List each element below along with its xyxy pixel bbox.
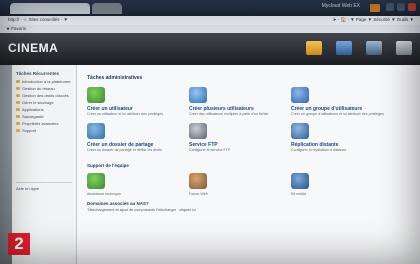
new-tab-button[interactable] (92, 3, 122, 14)
task-ftp[interactable]: Service FTP Configurer le serveur FTP (189, 123, 285, 152)
support-icon (87, 173, 105, 189)
app-header: CINEMA (0, 33, 420, 65)
task-create-group[interactable]: Créer un groupe d'utilisateurs Créer un … (291, 87, 387, 116)
sidebar-item-intro[interactable]: Introduction à la plateforme (12, 78, 76, 85)
sidebar-help-link[interactable]: Aide en ligne (12, 186, 76, 191)
rss-icon[interactable] (370, 4, 380, 12)
task-description: Créer un utilisateur et lui attribuer de… (87, 112, 164, 116)
network-icon[interactable] (396, 41, 412, 55)
settings-icon[interactable] (366, 41, 382, 55)
task-label: Kit média (291, 192, 306, 196)
replication-icon (291, 123, 309, 139)
command-bar[interactable]: ➤ · 🏠 · ▼ Page ▼ Sécurité ▼ Outils ▼ (333, 17, 414, 23)
minimize-button[interactable] (386, 3, 394, 11)
favorites-link[interactable]: ★ Favoris (6, 26, 26, 32)
app-logo: CINEMA (8, 41, 59, 55)
task-replication[interactable]: Réplication distante Configurer la répli… (291, 123, 387, 152)
screen-photo: Mycloud Web EX http:// · ☆ Sites conseil… (0, 0, 420, 264)
share-folder-icon (87, 123, 105, 139)
task-description: Configurer le serveur FTP (189, 148, 231, 152)
task-description: Créer des utilisateurs multiples à parti… (189, 112, 269, 116)
media-icon (291, 173, 309, 189)
folder-icon[interactable] (306, 41, 322, 55)
forum-icon (189, 173, 207, 189)
sidebar-item-backup[interactable]: Sauvegarde (12, 113, 76, 120)
task-create-users[interactable]: Créer plusieurs utilisateurs Créer des u… (189, 87, 285, 116)
sidebar-item-network[interactable]: Gestion du réseau (12, 85, 76, 92)
domains-banner-links[interactable]: Téléchargement et ajout de composants Té… (87, 208, 196, 212)
window-title: Mycloud Web EX (321, 3, 360, 9)
sidebar-item-support[interactable]: Support (12, 127, 76, 134)
sidebar-item-apps[interactable]: Applications (12, 106, 76, 113)
sidebar-divider (16, 182, 72, 183)
task-forum[interactable]: Forum Web (189, 173, 285, 196)
address-text[interactable]: http:// · ☆ Sites conseillés · ▼ (8, 17, 68, 23)
users-add-icon (189, 87, 207, 103)
task-description: Configurer la réplication à distance (291, 148, 347, 152)
browser-tab-strip: Mycloud Web EX (0, 0, 420, 16)
section-title-support: Support de l'équipe (87, 163, 129, 168)
task-create-user[interactable]: Créer un utilisateur Créer un utilisateu… (87, 87, 183, 116)
task-tech-support[interactable]: Assistance technique (87, 173, 183, 196)
task-label: Assistance technique (87, 192, 121, 196)
task-share-folder[interactable]: Créer un dossier de partage Créer un dos… (87, 123, 183, 152)
domains-banner-title: Domaines associés au NAS? (87, 201, 149, 206)
header-toolbar (306, 41, 412, 55)
close-button[interactable] (408, 3, 416, 11)
step-number-badge: 2 (8, 233, 30, 255)
task-description: Créer un groupe d'utilisateurs et lui at… (291, 112, 384, 116)
sidebar-heading: Tâches Récurrentes (16, 71, 60, 76)
ftp-icon (189, 123, 207, 139)
main-content: Tâches administratives Créer un utilisat… (77, 65, 420, 264)
sidebar-item-access[interactable]: Gestion des droits d'accès (12, 92, 76, 99)
sidebar-item-storage[interactable]: Gérer le stockage (12, 99, 76, 106)
task-media[interactable]: Kit média (291, 173, 387, 196)
browser-tab[interactable] (10, 3, 90, 14)
maximize-button[interactable] (397, 3, 405, 11)
window-controls (386, 3, 416, 11)
task-description: Créer un dossier de partage et définir l… (87, 148, 162, 152)
section-title-admin: Tâches administratives (87, 75, 143, 81)
user-add-icon (87, 87, 105, 103)
group-add-icon (291, 87, 309, 103)
sidebar-item-advanced[interactable]: Propriétés avancées (12, 120, 76, 127)
task-label: Forum Web (189, 192, 208, 196)
monitor-icon[interactable] (336, 41, 352, 55)
